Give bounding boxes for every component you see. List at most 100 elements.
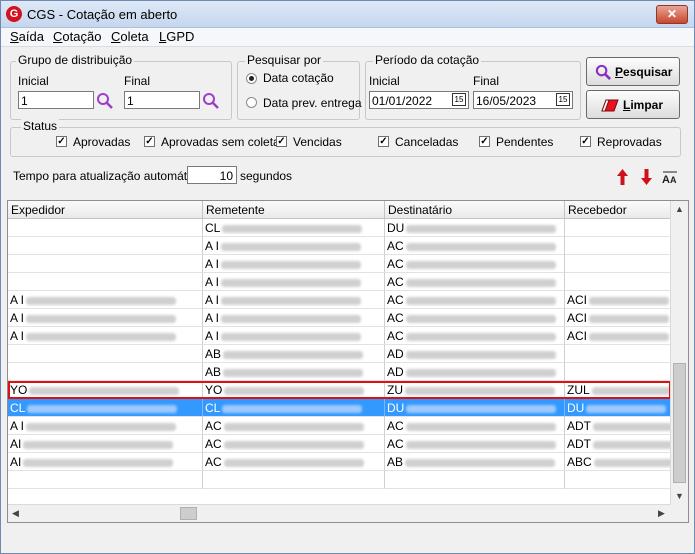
table-cell[interactable]: A I [203, 291, 385, 309]
table-cell[interactable]: A I [203, 255, 385, 273]
table-row[interactable]: AB AD [8, 363, 671, 381]
table-cell[interactable]: DU [385, 399, 565, 417]
table-row[interactable]: A I AC AC ADT [8, 417, 671, 435]
table-cell[interactable] [565, 219, 671, 237]
table-cell[interactable] [565, 237, 671, 255]
table-cell[interactable]: AB [203, 345, 385, 363]
table-cell[interactable]: AC [203, 453, 385, 471]
table-cell[interactable]: ACI [565, 309, 671, 327]
table-cell[interactable]: A I [8, 309, 203, 327]
menu-lgpd[interactable]: LGPD [159, 29, 194, 44]
table-cell[interactable]: AC [385, 237, 565, 255]
search-icon[interactable] [96, 92, 114, 110]
table-cell[interactable]: A I [203, 309, 385, 327]
column-header-remetente[interactable]: Remetente [203, 201, 385, 219]
table-cell[interactable] [565, 471, 671, 489]
column-header-expedidor[interactable]: Expedidor [8, 201, 203, 219]
table-cell[interactable] [565, 255, 671, 273]
table-row[interactable]: A I AC [8, 273, 671, 291]
table-cell[interactable]: AC [385, 435, 565, 453]
table-row[interactable]: A I A I AC ACI [8, 291, 671, 309]
table-cell[interactable] [8, 255, 203, 273]
table-cell[interactable]: AC [385, 327, 565, 345]
table-row[interactable]: A I AC [8, 255, 671, 273]
table-cell[interactable]: AC [385, 417, 565, 435]
table-cell[interactable]: AC [203, 417, 385, 435]
table-cell[interactable]: A I [8, 417, 203, 435]
menu-cotacao[interactable]: Cotação [53, 29, 101, 44]
checkbox-pendentes[interactable]: ✓ [479, 136, 490, 147]
menu-coleta[interactable]: Coleta [111, 29, 149, 44]
table-cell[interactable]: A I [203, 237, 385, 255]
font-size-icon[interactable]: AA [662, 171, 680, 184]
table-row[interactable]: AB AD [8, 345, 671, 363]
checkbox-aprovadas-sem-coleta[interactable]: ✓ [144, 136, 155, 147]
table-cell[interactable]: ADT [565, 435, 671, 453]
table-cell[interactable]: AC [385, 273, 565, 291]
vertical-scrollbar[interactable]: ▲ ▼ [670, 201, 688, 505]
table-cell[interactable]: ADT [565, 417, 671, 435]
table-cell[interactable]: ACI [565, 291, 671, 309]
grupo-final-input[interactable]: 1 [124, 91, 200, 109]
table-cell[interactable] [8, 345, 203, 363]
column-header-destinatario[interactable]: Destinatário [385, 201, 565, 219]
scroll-down-icon[interactable]: ▼ [675, 491, 684, 501]
table-cell[interactable] [8, 219, 203, 237]
table-cell[interactable] [565, 273, 671, 291]
grupo-inicial-input[interactable]: 1 [18, 91, 94, 109]
table-cell[interactable] [8, 273, 203, 291]
limpar-button[interactable]: Limpar [586, 90, 680, 119]
table-row[interactable]: A I AC [8, 237, 671, 255]
auto-update-input[interactable]: 10 [187, 166, 237, 184]
table-cell[interactable]: AI [8, 453, 203, 471]
table-row[interactable]: A I A I AC ACI [8, 327, 671, 345]
table-cell[interactable] [565, 363, 671, 381]
table-row[interactable]: CL CL DU DU [8, 399, 671, 417]
table-row[interactable]: A I A I AC ACI [8, 309, 671, 327]
pesquisar-button[interactable]: Pesquisar [586, 57, 680, 86]
table-cell[interactable]: AC [385, 255, 565, 273]
table-cell[interactable] [565, 345, 671, 363]
table-cell[interactable] [8, 471, 203, 489]
table-cell[interactable] [203, 471, 385, 489]
arrow-down-icon[interactable] [641, 169, 652, 185]
scroll-left-icon[interactable]: ◀ [12, 508, 19, 519]
radio-data-cotacao[interactable] [246, 73, 257, 84]
table-cell[interactable] [385, 471, 565, 489]
table-cell[interactable] [8, 363, 203, 381]
table-cell[interactable] [8, 237, 203, 255]
table-row[interactable]: AI AC AC ADT [8, 435, 671, 453]
radio-data-prev-entrega[interactable] [246, 97, 257, 108]
calendar-icon[interactable]: 15 [452, 93, 466, 106]
checkbox-reprovadas[interactable]: ✓ [580, 136, 591, 147]
checkbox-aprovadas[interactable]: ✓ [56, 136, 67, 147]
table-cell[interactable]: AC [385, 309, 565, 327]
scroll-right-icon[interactable]: ▶ [658, 508, 665, 519]
table-cell[interactable]: CL [203, 399, 385, 417]
table-cell[interactable]: AC [385, 291, 565, 309]
table-cell[interactable]: AB [385, 453, 565, 471]
search-icon[interactable] [202, 92, 220, 110]
table-cell[interactable]: DU [565, 399, 671, 417]
table-cell[interactable]: AB [203, 363, 385, 381]
checkbox-vencidas[interactable]: ✓ [276, 136, 287, 147]
horizontal-scrollbar[interactable]: ◀ ▶ [8, 504, 671, 522]
table-cell[interactable]: A I [8, 327, 203, 345]
arrow-up-icon[interactable] [617, 169, 628, 185]
checkbox-canceladas[interactable]: ✓ [378, 136, 389, 147]
table-cell[interactable]: A I [8, 291, 203, 309]
scroll-up-icon[interactable]: ▲ [675, 204, 684, 214]
table-cell[interactable]: A I [203, 273, 385, 291]
horizontal-scroll-thumb[interactable] [180, 507, 197, 520]
table-cell[interactable]: ACI [565, 327, 671, 345]
calendar-icon[interactable]: 15 [556, 93, 570, 106]
table-row[interactable]: CL DU [8, 219, 671, 237]
table-row[interactable] [8, 471, 671, 489]
table-cell[interactable]: AC [203, 435, 385, 453]
table-cell[interactable]: AI [8, 435, 203, 453]
close-button[interactable]: ✕ [656, 5, 688, 24]
table-cell[interactable]: ABC [565, 453, 671, 471]
column-header-recebedor[interactable]: Recebedor [565, 201, 671, 219]
table-cell[interactable]: AD [385, 363, 565, 381]
vertical-scroll-thumb[interactable] [673, 363, 686, 483]
